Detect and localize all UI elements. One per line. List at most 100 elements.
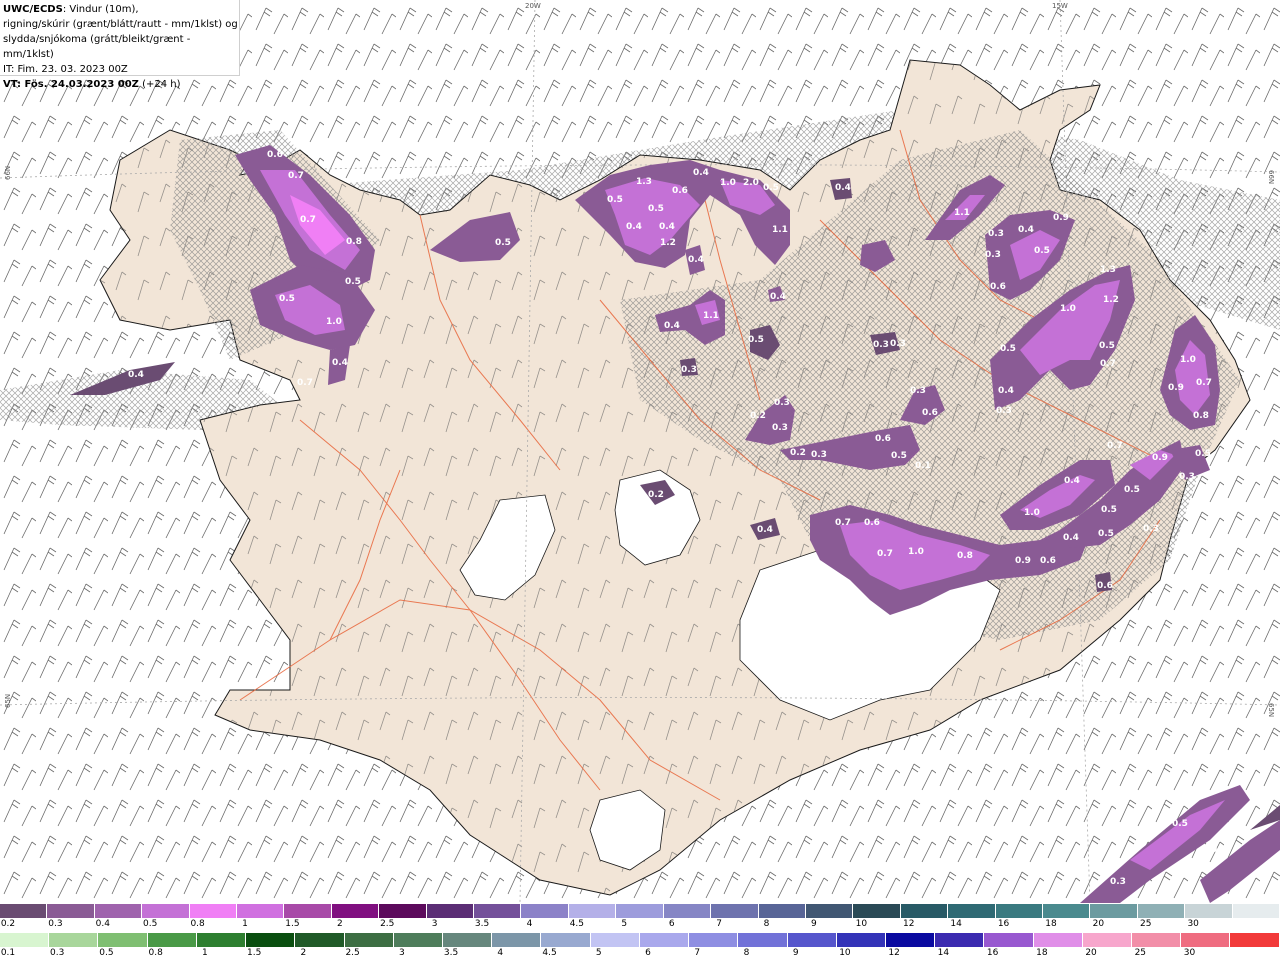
legend-tick-label: 30: [1183, 948, 1196, 958]
legend-swatch: [98, 933, 148, 947]
legend-swatch: [1230, 933, 1280, 947]
info-line-4: IT: Fim. 23. 03. 2023 00Z: [3, 64, 128, 75]
legend-swatch: [639, 933, 690, 947]
precip-label: 0.5: [1098, 529, 1114, 539]
precip-label: 0.3: [774, 398, 790, 408]
precip-label: 2.0: [743, 178, 759, 188]
precip-label: 0.6: [990, 282, 1006, 292]
legend-tick-label: 14: [950, 919, 962, 929]
legend-tick-label: 12: [888, 948, 900, 958]
legend-swatch: [1181, 933, 1231, 947]
precip-label: 0.9: [1015, 556, 1031, 566]
legend-swatch: [948, 904, 996, 918]
precip-label: 0.3: [985, 250, 1001, 260]
legend-tick-label: 1: [242, 919, 248, 929]
precip-label: 0.3: [1179, 472, 1195, 482]
legend-swatch: [616, 904, 664, 918]
precip-label: 1.3: [636, 177, 652, 187]
precip-label: 0.5: [1124, 485, 1140, 495]
legend-tick-label: 0.3: [50, 948, 65, 958]
precip-label: 1.0: [1180, 355, 1196, 365]
legend-tick-label: 25: [1140, 919, 1152, 929]
info-line-2: rigning/skúrir (grænt/blátt/rautt - mm/1…: [3, 19, 238, 30]
precip-label: 0.8: [957, 551, 973, 561]
legend-swatch: [900, 904, 949, 918]
legend-tick-label: 18: [1045, 919, 1057, 929]
legend-swatch: [492, 933, 542, 947]
precip-label: 0.7: [1196, 378, 1212, 388]
legend-swatch: [344, 933, 394, 947]
model-name: UWC/ECDS: [3, 4, 63, 15]
precip-label: 0.9: [1152, 453, 1168, 463]
legend-swatch: [758, 904, 806, 918]
precip-label: 0.4: [998, 386, 1014, 396]
info-line-3: slydda/snjókoma (grátt/bleikt/grænt - mm…: [3, 34, 191, 60]
legend-tick-label: 4: [526, 919, 533, 929]
precip-label: 0.3: [681, 365, 697, 375]
precip-label: 0.7: [835, 518, 851, 528]
precip-label: 0.5: [279, 294, 295, 304]
precip-label: 0.3: [873, 340, 889, 350]
legend-tick-label: 1.5: [246, 948, 262, 958]
legend-tick-label: 16: [997, 919, 1010, 929]
precip-label: 0.8: [1193, 411, 1209, 421]
precip-label: 0.6: [922, 408, 938, 418]
legend-tick-label: 2.5: [345, 948, 360, 958]
legend-tick-label: 0.8: [148, 948, 163, 958]
legend-tick-label: 5: [621, 919, 628, 929]
precip-label: 1.0: [1060, 304, 1076, 314]
precip-label: 0.5: [748, 335, 764, 345]
legend-swatch: [142, 904, 190, 918]
precip-label: 0.4: [332, 358, 348, 368]
legend-tick-label: 10: [839, 948, 851, 958]
legend-tick-label: 6: [668, 919, 675, 929]
legend-swatch: [147, 933, 197, 947]
precip-label: 0.7: [300, 215, 316, 225]
legend-tick-label: 9: [811, 919, 817, 929]
precip-label: 0.4: [688, 255, 704, 265]
legend-tick-label: 2: [300, 948, 307, 958]
legend-tick-label: 20: [1085, 948, 1097, 958]
precip-label: 0.2: [790, 448, 806, 458]
precip-label: 0.6: [864, 518, 880, 528]
legend-swatch: [663, 904, 712, 918]
legend-tick-label: 30: [1187, 919, 1199, 929]
precip-label: 0.4: [1018, 225, 1034, 235]
precip-label: 0.1: [915, 461, 931, 471]
legend-swatch: [935, 933, 985, 947]
legend-tick-label: 7: [716, 919, 722, 929]
legend-tick-label: 0.4: [95, 919, 110, 929]
legend-tick-label: 1: [202, 948, 208, 958]
legend-tick-label: 9: [792, 948, 799, 958]
legend-swatch: [1132, 933, 1182, 947]
legend-tick-label: 0.8: [190, 919, 205, 929]
precip-label: 0.3: [772, 423, 788, 433]
legend-swatch: [426, 904, 475, 918]
legend-tick-label: 0.2: [0, 919, 16, 929]
legend-swatch: [836, 933, 886, 947]
precip-label: 0.5: [345, 277, 361, 287]
precip-label: 0.4: [1064, 476, 1080, 486]
precip-label: 1.2: [1103, 295, 1119, 305]
legend-tick-label: 8: [743, 948, 750, 958]
legend-tick-label: 10: [855, 919, 868, 929]
precip-label: 0.6: [267, 150, 283, 160]
legend-swatch: [331, 904, 380, 918]
legend-swatch: [237, 904, 285, 918]
legend-swatch: [1137, 904, 1186, 918]
legend-tick-label: 3.5: [443, 948, 459, 958]
legend-swatch: [995, 904, 1043, 918]
precip-label: 0.4: [835, 183, 851, 193]
legend-swatch: [49, 933, 99, 947]
precip-label: 1.0: [326, 317, 342, 327]
precip-label: 0.5: [1101, 505, 1117, 515]
grid-label-66n-right: 66N: [1267, 170, 1275, 184]
precip-label: 0.7: [1100, 359, 1116, 369]
legend-rain-ticks: 0.1 0.3 0.5 0.8 1 1.5 2 2.5 3 3.5 4 4.5 5 6 7 8 9 10 12 14 1…: [0, 948, 1280, 960]
precip-label: 0.5: [648, 204, 664, 214]
precip-label: 1.1: [954, 208, 970, 218]
legend-tick-label: 2.5: [380, 919, 395, 929]
legend-swatch: [853, 904, 901, 918]
legend-swatch: [805, 904, 854, 918]
legend-swatch: [885, 933, 936, 947]
